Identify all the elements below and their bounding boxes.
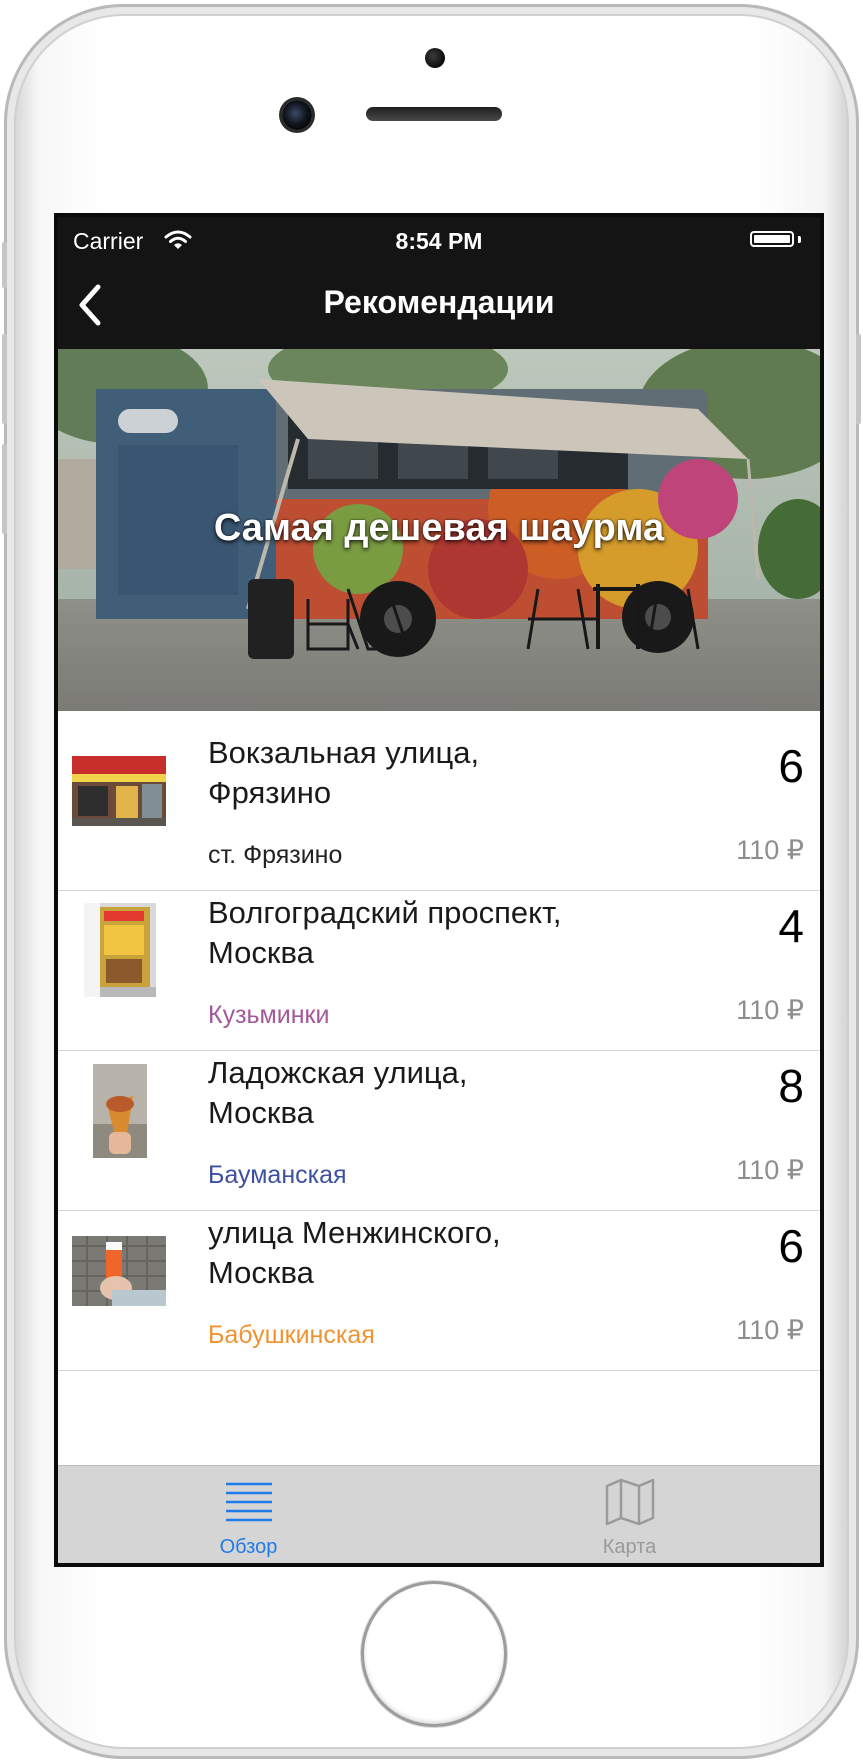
place-address: улица Менжинского, Москва bbox=[208, 1213, 648, 1293]
power-button bbox=[856, 334, 861, 424]
address-line-1: Ладожская улица, bbox=[208, 1055, 468, 1090]
place-price: 110 ₽ bbox=[736, 1315, 804, 1345]
place-rating: 8 bbox=[778, 1060, 804, 1112]
address-line-2: Москва bbox=[208, 1255, 314, 1290]
metro-station: Бабушкинская bbox=[208, 1321, 375, 1349]
list-item[interactable]: Ладожская улица, Москва Бауманская 8 110… bbox=[58, 1031, 820, 1211]
volume-down-button bbox=[2, 444, 7, 534]
tab-overview-label: Обзор bbox=[219, 1536, 278, 1558]
place-address: Волгоградский проспект, Москва bbox=[208, 893, 648, 973]
place-price: 110 ₽ bbox=[736, 995, 804, 1025]
navigation-bar: Рекомендации bbox=[58, 261, 820, 349]
place-thumbnail bbox=[93, 1064, 147, 1158]
place-thumbnail bbox=[72, 756, 166, 826]
list-item[interactable]: Волгоградский проспект, Москва Кузьминки… bbox=[58, 871, 820, 1051]
list-icon bbox=[226, 1482, 272, 1522]
list-item[interactable]: улица Менжинского, Москва Бабушкинская 6… bbox=[58, 1191, 820, 1371]
tab-map-label: Карта bbox=[602, 1536, 657, 1558]
phone-screen: Carrier 8:54 PM Рекомендации Самая дешев… bbox=[54, 213, 824, 1567]
places-list[interactable]: Вокзальная улица, Фрязино ст. Фрязино 6 … bbox=[58, 711, 820, 1465]
earpiece-speaker bbox=[366, 107, 502, 121]
battery-icon bbox=[750, 231, 794, 247]
banner-title: Самая дешевая шаурма bbox=[213, 507, 665, 549]
tab-overview[interactable]: Обзор bbox=[58, 1466, 439, 1563]
volume-up-button bbox=[2, 334, 7, 424]
featured-banner[interactable]: Самая дешевая шаурма bbox=[58, 349, 820, 711]
mute-switch bbox=[2, 242, 7, 288]
status-bar: Carrier 8:54 PM bbox=[58, 217, 820, 261]
address-line-2: Москва bbox=[208, 935, 314, 970]
home-button[interactable] bbox=[364, 1584, 504, 1724]
phone-frame: Carrier 8:54 PM Рекомендации Самая дешев… bbox=[2, 4, 861, 1759]
front-camera bbox=[282, 100, 312, 130]
map-icon bbox=[605, 1478, 655, 1526]
place-address: Вокзальная улица, Фрязино bbox=[208, 733, 648, 813]
proximity-sensor bbox=[425, 48, 445, 68]
tab-bar: Обзор Карта bbox=[58, 1465, 820, 1563]
address-line-1: улица Менжинского, bbox=[208, 1215, 501, 1250]
place-rating: 4 bbox=[778, 900, 804, 952]
page-title: Рекомендации bbox=[323, 284, 555, 320]
tab-map[interactable]: Карта bbox=[439, 1466, 820, 1563]
address-line-2: Москва bbox=[208, 1095, 314, 1130]
place-price: 110 ₽ bbox=[736, 835, 804, 865]
list-item[interactable]: Вокзальная улица, Фрязино ст. Фрязино 6 … bbox=[58, 711, 820, 891]
address-line-1: Волгоградский проспект, bbox=[208, 895, 562, 930]
place-thumbnail bbox=[84, 903, 156, 997]
address-line-1: Вокзальная улица, bbox=[208, 735, 480, 770]
place-address: Ладожская улица, Москва bbox=[208, 1053, 648, 1133]
place-price: 110 ₽ bbox=[736, 1155, 804, 1185]
status-time: 8:54 PM bbox=[395, 228, 483, 254]
metro-station: Бауманская bbox=[208, 1161, 347, 1189]
place-rating: 6 bbox=[778, 740, 804, 792]
metro-station: ст. Фрязино bbox=[208, 841, 343, 869]
place-rating: 6 bbox=[778, 1220, 804, 1272]
metro-station: Кузьминки bbox=[208, 1001, 330, 1029]
place-thumbnail bbox=[72, 1236, 166, 1306]
battery-cap bbox=[798, 236, 801, 243]
address-line-2: Фрязино bbox=[208, 775, 332, 810]
